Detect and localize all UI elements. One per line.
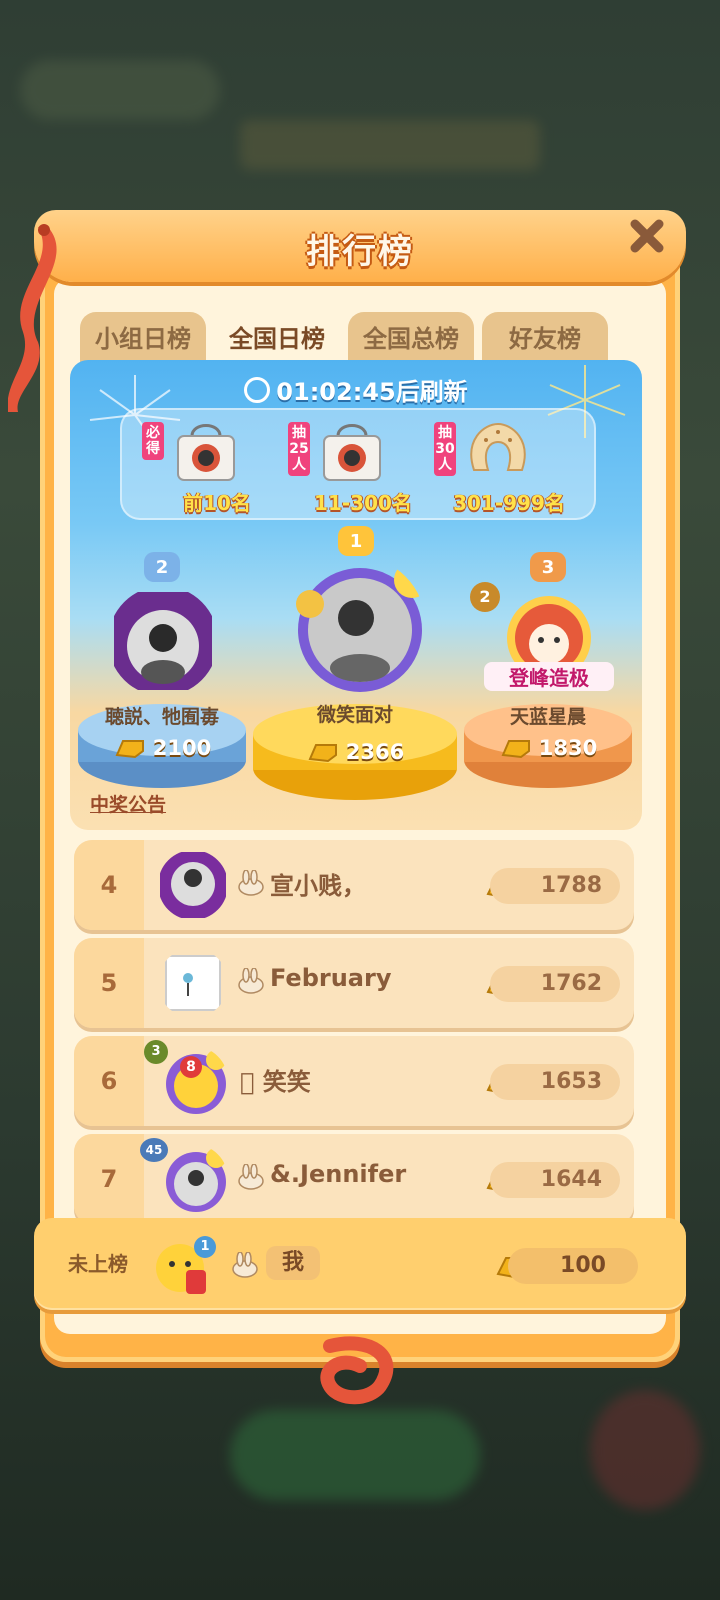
my-score: 100 [508,1248,638,1284]
list-item[interactable]: 5 February 1762 [74,938,634,1028]
prize-top10[interactable]: 必得 前10名 [142,418,292,516]
level-badge: 1 [194,1236,216,1258]
player-score: 1644 [490,1162,620,1198]
avatar [160,852,226,918]
close-icon [630,219,664,253]
player-name: 天蓝星晨 [509,706,586,728]
player-name: 󰀀 笑笑 [240,1068,311,1096]
player-name: February [270,964,392,992]
rank-number: 7 [74,1134,144,1224]
level-badge: 45 [140,1138,168,1162]
player-score: 1788 [490,868,620,904]
leaderboard-panel: 排行榜 小组日榜 全国日榜 全国总榜 好友榜 01:02:45后刷新 必得 前1… [8,210,686,1405]
prize-label: 301-999名 [453,491,565,515]
list-item[interactable]: 6 3 8 󰀀 笑笑 1653 [74,1036,634,1126]
ribbon-decoration [8,224,57,412]
list-item[interactable]: 4 宣小贱， 1788 [74,840,634,930]
top-rank-area: 01:02:45后刷新 必得 前10名 抽25人 11-300名 抽30人 30… [70,360,642,830]
prize-box: 必得 前10名 抽25人 11-300名 抽30人 301-999名 [120,408,596,520]
prize-301-999[interactable]: 抽30人 301-999名 [434,418,584,516]
prize-tag: 抽25人 [288,422,310,476]
player-score: 2366 [250,740,460,764]
rabbit-icon [238,968,264,994]
rank-number: 4 [74,840,144,930]
bag-icon [323,424,381,481]
level-badge: 3 [144,1040,168,1064]
prize-label: 前10名 [183,491,251,515]
player-name: 宣小贱， [270,872,366,900]
ribbon-decoration [320,1336,394,1405]
prize-label: 11-300名 [314,491,412,515]
prize-tag: 抽30人 [434,422,456,476]
gold-bar-icon [501,740,530,759]
refresh-timer: 01:02:45后刷新 [70,372,642,407]
rank-number: 6 [74,1036,144,1126]
my-name: 我 [266,1246,320,1280]
my-rank-bar[interactable]: 未上榜 1 我 100 [34,1218,686,1310]
avatar [296,562,426,692]
gold-bar-icon [115,740,144,759]
player-score: 2100 [74,736,250,760]
prize-11-300[interactable]: 抽25人 11-300名 [288,418,438,516]
player-score: 1830 [460,736,636,760]
player-score: 1762 [490,966,620,1002]
player-name: &.Jennifer [270,1160,407,1188]
avatar [114,592,212,690]
podium-second[interactable]: 2 聴説、牠囿毐 2100 [74,550,250,790]
my-rank-status: 未上榜 [68,1252,128,1276]
bag-icon [177,424,235,481]
gold-bar-icon [308,744,337,763]
rabbit-icon [238,870,264,896]
frame-label: 登峰造极 [484,662,614,691]
timer-countdown: 01:02:45 [276,378,396,406]
podium-third[interactable]: 3 2 登峰造极 天蓝星晨 1830 [460,550,636,790]
player-score: 1653 [490,1064,620,1100]
rabbit-icon [232,1252,258,1278]
neck-pillow-icon [470,422,526,471]
avatar [165,955,221,1011]
rank-crown: 1 [338,526,374,556]
rabbit-icon [238,1164,264,1190]
list-item[interactable]: 7 45 &.Jennifer 1644 [74,1134,634,1224]
rank-crown: 2 [144,552,180,582]
timer-suffix: 后刷新 [395,378,468,406]
prize-tag: 必得 [142,422,164,460]
title-bar: 排行榜 [34,210,686,282]
rank-number: 5 [74,938,144,1028]
clock-icon [244,377,271,403]
level-badge: 2 [470,582,500,612]
winner-announcement-link[interactable]: 中奖公告 [90,790,166,817]
player-name: 微笑面对 [316,704,393,726]
rank-crown: 3 [530,552,566,582]
page-title: 排行榜 [306,232,414,272]
podium-first[interactable]: 1 微笑面对 2366 [250,526,460,806]
close-button[interactable] [624,216,670,262]
player-name: 聴説、牠囿毐 [104,706,219,728]
notification-badge: 8 [180,1056,202,1078]
avatar [166,1148,226,1212]
